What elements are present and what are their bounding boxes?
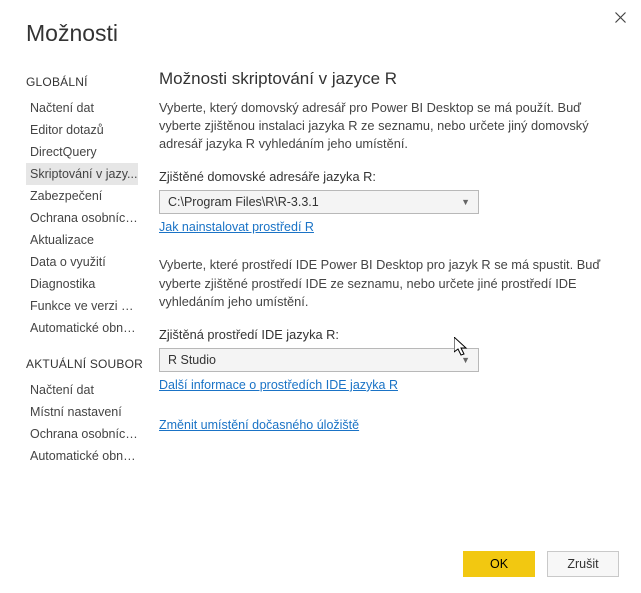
- sidebar: GLOBÁLNÍ Načtení datEditor dotazůDirectQ…: [0, 67, 145, 467]
- ide-dropdown[interactable]: R Studio ▼: [159, 348, 479, 372]
- chevron-down-icon: ▼: [461, 355, 470, 365]
- sidebar-item[interactable]: Aktualizace: [26, 229, 138, 251]
- sidebar-item[interactable]: Automatické obnov...: [26, 317, 138, 339]
- sidebar-item[interactable]: Diagnostika: [26, 273, 138, 295]
- home-dir-value: C:\Program Files\R\R-3.3.1: [168, 195, 319, 209]
- ide-info-link[interactable]: Další informace o prostředích IDE jazyka…: [159, 378, 398, 392]
- sidebar-item[interactable]: Editor dotazů: [26, 119, 138, 141]
- home-dir-dropdown[interactable]: C:\Program Files\R\R-3.3.1 ▼: [159, 190, 479, 214]
- home-dir-description: Vyberte, který domovský adresář pro Powe…: [159, 99, 613, 153]
- cancel-button[interactable]: Zrušit: [547, 551, 619, 577]
- close-button[interactable]: [611, 8, 629, 26]
- options-dialog: Možnosti GLOBÁLNÍ Načtení datEditor dota…: [0, 0, 641, 593]
- install-r-link[interactable]: Jak nainstalovat prostředí R: [159, 220, 314, 234]
- home-dir-label: Zjištěné domovské adresáře jazyka R:: [159, 169, 613, 184]
- ide-value: R Studio: [168, 353, 216, 367]
- sidebar-section-current-file: AKTUÁLNÍ SOUBOR: [26, 357, 145, 371]
- dialog-footer: OK Zrušit: [463, 551, 619, 577]
- sidebar-item[interactable]: Zabezpečení: [26, 185, 138, 207]
- ide-label: Zjištěná prostředí IDE jazyka R:: [159, 327, 613, 342]
- sidebar-section-global: GLOBÁLNÍ: [26, 75, 145, 89]
- sidebar-item[interactable]: Ochrana osobních...: [26, 207, 138, 229]
- sidebar-item[interactable]: Data o využití: [26, 251, 138, 273]
- temp-storage-link[interactable]: Změnit umístění dočasného úložiště: [159, 418, 359, 432]
- sidebar-item[interactable]: DirectQuery: [26, 141, 138, 163]
- sidebar-item[interactable]: Místní nastavení: [26, 401, 138, 423]
- sidebar-item[interactable]: Funkce ve verzi Pre...: [26, 295, 138, 317]
- sidebar-item[interactable]: Ochrana osobních...: [26, 423, 138, 445]
- panel-title: Možnosti skriptování v jazyce R: [159, 69, 613, 89]
- sidebar-item[interactable]: Načtení dat: [26, 379, 138, 401]
- chevron-down-icon: ▼: [461, 197, 470, 207]
- ide-description: Vyberte, které prostředí IDE Power BI De…: [159, 256, 613, 310]
- dialog-body: GLOBÁLNÍ Načtení datEditor dotazůDirectQ…: [0, 47, 641, 467]
- sidebar-item[interactable]: Automatické obnov...: [26, 445, 138, 467]
- sidebar-item[interactable]: Načtení dat: [26, 97, 138, 119]
- main-panel: Možnosti skriptování v jazyce R Vyberte,…: [145, 67, 641, 467]
- sidebar-item[interactable]: Skriptování v jazy...: [26, 163, 138, 185]
- close-icon: [615, 12, 626, 23]
- ok-button[interactable]: OK: [463, 551, 535, 577]
- dialog-title: Možnosti: [0, 0, 641, 47]
